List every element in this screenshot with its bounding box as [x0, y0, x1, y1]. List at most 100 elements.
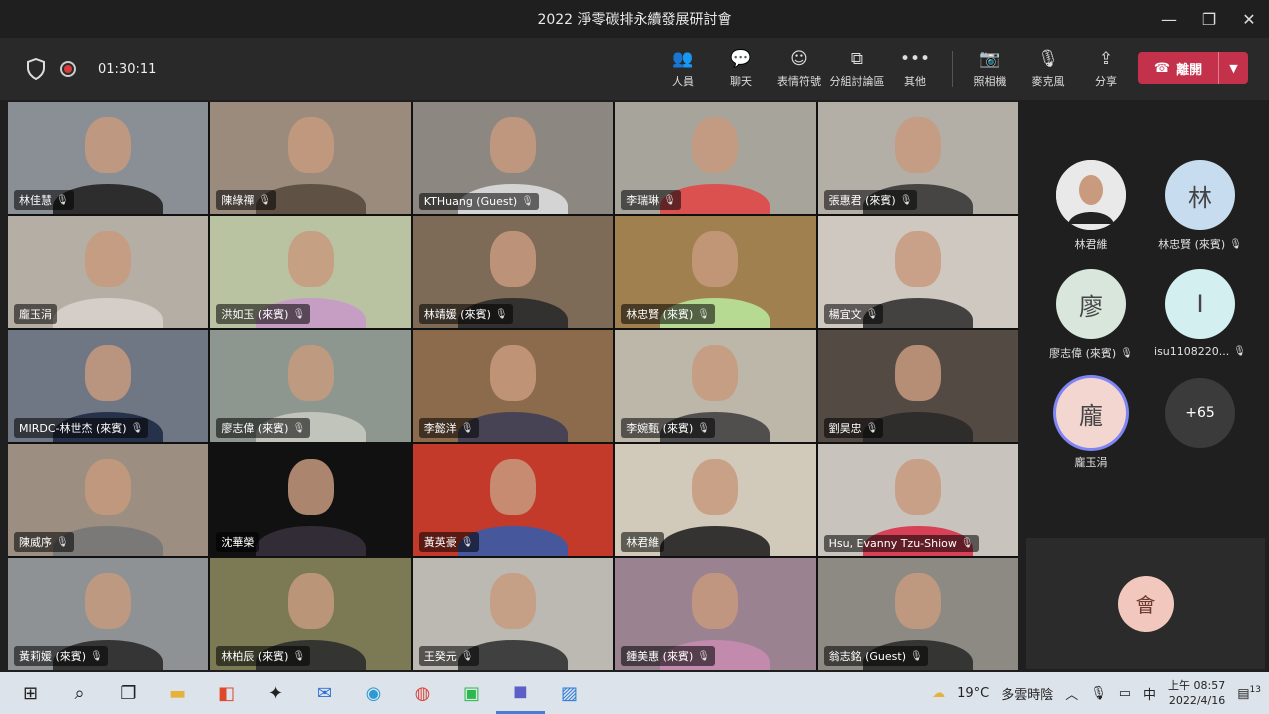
chevron-down-icon[interactable]: ▼ [1218, 52, 1248, 84]
minimize-button[interactable]: — [1149, 0, 1189, 38]
mic-off-button[interactable]: 🎙 麥克風 [1019, 38, 1077, 100]
mic-off-icon: 🎙 [460, 422, 474, 434]
side-participant[interactable]: Iisu1108220... 🎙 [1145, 269, 1255, 358]
video-tile[interactable]: 陳綠禪 🎙 [210, 102, 411, 214]
more-button[interactable]: ••• 其他 [886, 38, 944, 100]
chat-icon: 💬 [730, 49, 752, 69]
dropbox-icon[interactable]: ✦ [251, 672, 300, 714]
mail-icon[interactable]: ✉ [300, 672, 349, 714]
participant-name-tag: 沈華榮 [216, 532, 260, 552]
video-tile[interactable]: Hsu, Evanny Tzu-Shiow 🎙 [817, 444, 1018, 556]
mic-off-icon: 🎙 [292, 422, 306, 434]
video-tile[interactable]: KTHuang (Guest) 🎙 [412, 102, 614, 214]
video-tile[interactable]: 林佳慧 🎙 [8, 102, 209, 214]
more-participants-badge[interactable]: +65 [1165, 378, 1235, 448]
weather-temp[interactable]: 19°C [957, 686, 989, 701]
leave-button[interactable]: ☎ 離開 ▼ [1138, 52, 1248, 84]
more-icon: ••• [899, 49, 931, 69]
video-tile[interactable]: 黃英豪 🎙 [412, 444, 614, 556]
mic-off-icon: 🎙 [1229, 238, 1242, 250]
edge-icon[interactable]: ◉ [349, 672, 398, 714]
video-tile[interactable]: 劉昊忠 🎙 [817, 330, 1018, 442]
video-tile[interactable]: 張惠君 (來賓) 🎙 [817, 102, 1018, 214]
video-tile[interactable]: 李懿洋 🎙 [412, 330, 614, 442]
network-icon[interactable]: ▭ [1119, 686, 1131, 701]
participant-avatar[interactable] [1056, 160, 1126, 230]
toolbar-button-label: 聊天 [730, 75, 752, 88]
participant-name: 楊宜文 [828, 308, 862, 321]
clock[interactable]: 上午 08:57 2022/4/16 [1168, 678, 1225, 708]
people-button[interactable]: 👥 人員 [654, 38, 712, 100]
close-button[interactable]: ✕ [1229, 0, 1269, 38]
participant-avatar[interactable]: 林 [1165, 160, 1235, 230]
breakout-button[interactable]: ⧉ 分組討論區 [828, 38, 886, 100]
video-tile[interactable]: 李婉甄 (來賓) 🎙 [615, 330, 816, 442]
reactions-button[interactable]: ☺ 表情符號 [770, 38, 828, 100]
participant-avatar[interactable]: 龐 [1056, 378, 1126, 448]
video-tile[interactable]: 林忠賢 (來賓) 🎙 [615, 216, 816, 328]
video-tile[interactable]: 翁志銘 (Guest) 🎙 [817, 558, 1018, 670]
share-button[interactable]: ⇪ 分享 [1077, 38, 1135, 100]
video-tile[interactable]: 廖志偉 (來賓) 🎙 [210, 330, 411, 442]
participant-video [692, 572, 739, 629]
toolbar-button-label: 照相機 [973, 75, 1007, 88]
mic-off-icon: 🎙 [1120, 347, 1133, 359]
search-icon[interactable]: ⌕ [55, 672, 104, 714]
side-participant[interactable]: 廖廖志偉 (來賓) 🎙 [1036, 269, 1146, 361]
microphone-tray-icon[interactable]: 🎙 [1090, 686, 1107, 701]
video-tile[interactable]: 林柏辰 (來賓) 🎙 [210, 558, 411, 670]
participant-name-tag: 林忠賢 (來賓) 🎙 [621, 304, 715, 324]
participant-name-tag: 洪如玉 (來賓) 🎙 [216, 304, 311, 324]
participant-name-tag: 劉昊忠 🎙 [823, 418, 884, 438]
video-tile[interactable]: 鍾美惠 (來賓) 🎙 [615, 558, 816, 670]
participant-video [287, 344, 334, 401]
notification-icon[interactable]: ▤13 [1237, 685, 1261, 701]
chevron-up-icon[interactable]: ︿ [1065, 684, 1078, 703]
file-explorer-icon[interactable]: ▬ [153, 672, 202, 714]
video-tile[interactable]: 龐玉涓 [8, 216, 209, 328]
shield-icon[interactable] [26, 58, 46, 80]
teams-icon[interactable]: ◼ [496, 672, 545, 714]
toolbar-button-label: 分享 [1095, 75, 1117, 88]
video-tile[interactable]: 洪如玉 (來賓) 🎙 [210, 216, 411, 328]
participant-name-tag: 龐玉涓 [14, 304, 57, 324]
self-avatar[interactable]: 會 [1117, 575, 1174, 632]
line-icon[interactable]: ▣ [447, 672, 496, 714]
task-view-icon[interactable]: ❐ [104, 672, 153, 714]
side-participant-label: 龐玉涓 [1075, 454, 1108, 470]
video-tile[interactable]: 王癸元 🎙 [412, 558, 614, 670]
office-icon[interactable]: ◧ [202, 672, 251, 714]
side-participant[interactable]: +65 [1145, 378, 1255, 448]
ime-indicator[interactable]: 中 [1143, 684, 1156, 703]
windows-start-icon[interactable]: ⊞ [6, 672, 55, 714]
chrome-icon[interactable]: ◍ [398, 672, 447, 714]
maximize-button[interactable]: ❐ [1189, 0, 1229, 38]
video-tile[interactable]: MIRDC-林世杰 (來賓) 🎙 [8, 330, 209, 442]
participant-avatar[interactable]: I [1165, 269, 1235, 339]
video-tile[interactable]: 陳威序 🎙 [8, 444, 209, 556]
participant-avatar[interactable]: 廖 [1056, 269, 1126, 339]
meeting-toolbar: 01:30:11 👥 人員 💬 聊天 ☺ 表情符號 ⧉ 分組討論區 ••• 其他 📷 照相機 🎙 麥克風 ⇪… [0, 38, 1269, 100]
toolbar-actions: 👥 人員 💬 聊天 ☺ 表情符號 ⧉ 分組討論區 ••• 其他 📷 照相機 🎙 麥克風 ⇪ 分享 [654, 38, 1135, 100]
video-tile[interactable]: 林靖媛 (來賓) 🎙 [412, 216, 614, 328]
video-tile[interactable]: 李瑞琳 🎙 [615, 102, 816, 214]
side-participant[interactable]: 龐龐玉涓 [1036, 378, 1146, 470]
participant-name-tag: 李婉甄 (來賓) 🎙 [621, 418, 715, 438]
video-tile[interactable]: 林君維 [615, 444, 816, 556]
video-tile[interactable]: 楊宜文 🎙 [817, 216, 1018, 328]
side-participant[interactable]: 林君維 [1036, 160, 1146, 252]
video-tile[interactable]: 沈華榮 [210, 444, 411, 556]
camera-off-button[interactable]: 📷 照相機 [961, 38, 1019, 100]
participant-name-tag: 林君維 [621, 532, 665, 552]
participant-name-tag: 張惠君 (來賓) 🎙 [823, 190, 918, 210]
video-tile[interactable]: 黃莉媛 (來賓) 🎙 [8, 558, 209, 670]
photos-icon[interactable]: ▨ [545, 672, 594, 714]
participant-video [287, 458, 334, 515]
participant-name: 林柏辰 (來賓) [221, 650, 289, 663]
toolbar-button-label: 麥克風 [1031, 75, 1065, 88]
weather-condition[interactable]: 多雲時陰 [1001, 684, 1053, 703]
leave-main[interactable]: ☎ 離開 [1138, 59, 1218, 78]
chat-button[interactable]: 💬 聊天 [712, 38, 770, 100]
side-participant[interactable]: 林林忠賢 (來賓) 🎙 [1145, 160, 1255, 252]
leave-label: 離開 [1176, 62, 1203, 78]
